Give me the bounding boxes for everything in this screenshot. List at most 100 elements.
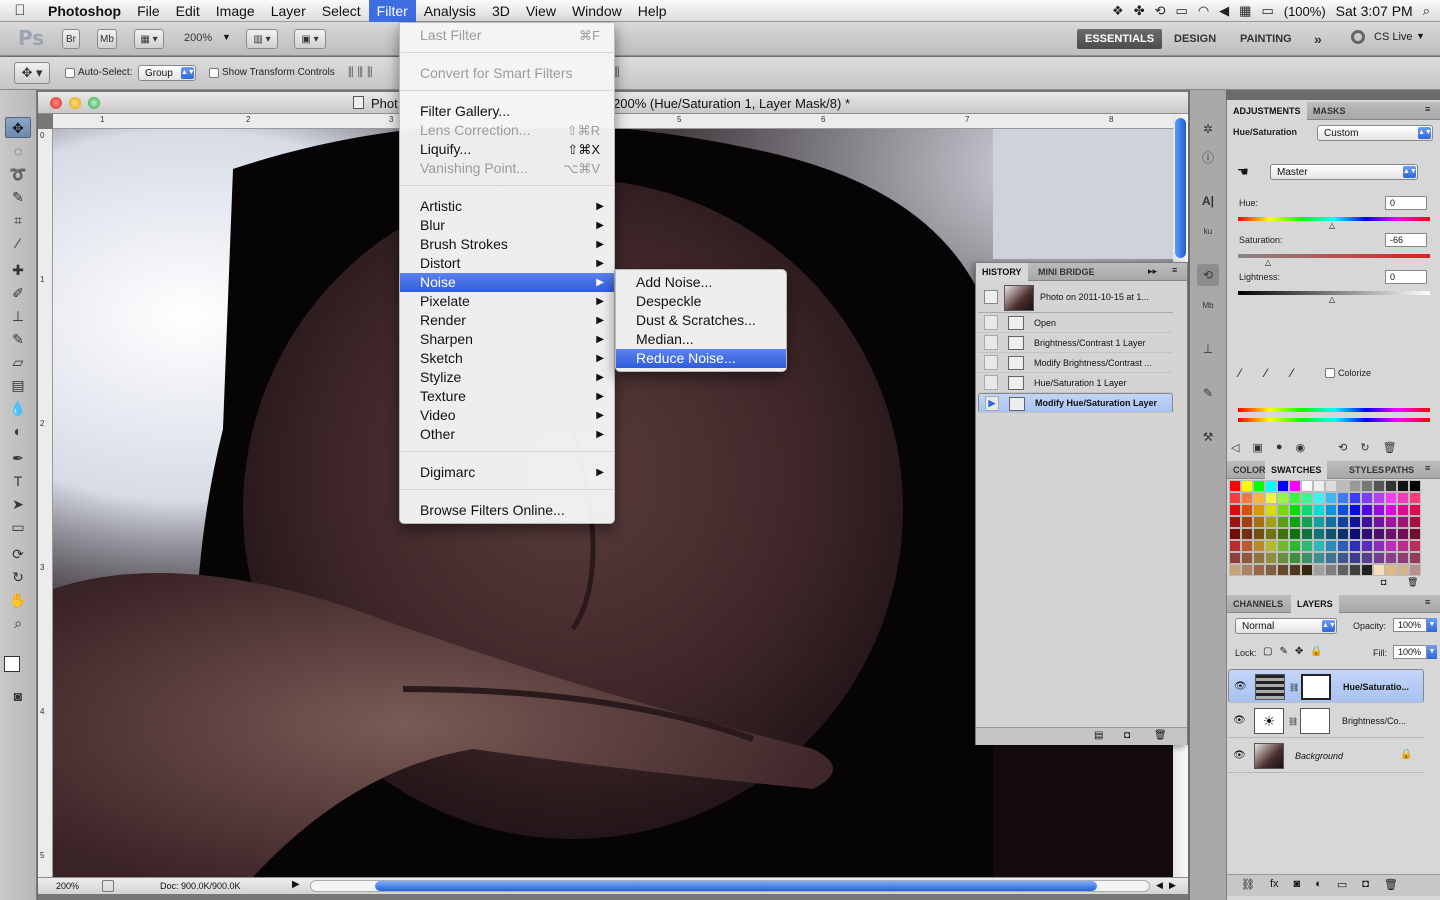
status-menu-arrow-icon[interactable]: ▶ (292, 879, 300, 890)
color-swatch[interactable] (1385, 480, 1397, 492)
color-swatch[interactable] (1265, 504, 1277, 516)
color-swatch[interactable] (1397, 528, 1409, 540)
shape-tool-icon[interactable]: ▭ (5, 517, 31, 538)
history-strip-icon[interactable]: ⟲ (1197, 264, 1219, 286)
color-swatch[interactable] (1397, 540, 1409, 552)
mini-bridge-button[interactable]: Mb (97, 29, 117, 49)
color-swatch[interactable] (1253, 492, 1265, 504)
eyedropper-plus-icon[interactable]: ⁄ (1265, 366, 1267, 380)
color-swatch[interactable] (1229, 540, 1241, 552)
menu-item-video[interactable]: Video ▶ (400, 406, 614, 425)
color-swatch[interactable] (1277, 528, 1289, 540)
color-swatch[interactable] (1289, 516, 1301, 528)
color-swatch[interactable] (1313, 528, 1325, 540)
menu-item-stylize[interactable]: Stylize ▶ (400, 368, 614, 387)
gradient-tool-icon[interactable]: ▤ (5, 375, 31, 396)
color-swatch[interactable] (1229, 480, 1241, 492)
status-camera-icon[interactable] (102, 880, 114, 892)
color-swatch[interactable] (1253, 480, 1265, 492)
color-swatch[interactable] (1337, 552, 1349, 564)
color-swatch[interactable] (1397, 480, 1409, 492)
color-swatch[interactable] (1253, 564, 1265, 576)
quick-mask-icon[interactable]: ◙ (5, 686, 31, 707)
menu-item-sketch[interactable]: Sketch ▶ (400, 349, 614, 368)
view-extras-button[interactable]: ▦ ▾ (134, 29, 164, 49)
menu-item-liquify[interactable]: Liquify... ⇧⌘X (400, 140, 614, 159)
color-swatch[interactable] (1337, 492, 1349, 504)
submenu-item-despeckle[interactable]: Despeckle (616, 292, 786, 311)
menu-item-distort[interactable]: Distort ▶ (400, 254, 614, 273)
color-swatch[interactable] (1229, 564, 1241, 576)
color-swatch[interactable] (1385, 564, 1397, 576)
color-swatch[interactable] (1337, 528, 1349, 540)
layer-row-background[interactable]: 👁 Background 🔒 (1228, 739, 1424, 773)
color-swatch[interactable] (1265, 480, 1277, 492)
color-swatch[interactable] (1361, 540, 1373, 552)
tab-masks[interactable]: MASKS (1307, 102, 1352, 120)
menu-file[interactable]: File (129, 0, 168, 22)
lightness-slider-handle[interactable]: △ (1329, 295, 1335, 304)
horizontal-scrollbar[interactable] (310, 880, 1150, 892)
hue-slider-handle[interactable]: △ (1329, 221, 1335, 230)
menu-item-filter-gallery[interactable]: Filter Gallery... (400, 102, 614, 121)
menu-item-sharpen[interactable]: Sharpen ▶ (400, 330, 614, 349)
color-swatch[interactable] (1337, 516, 1349, 528)
tab-mini-bridge[interactable]: MINI BRIDGE (1032, 263, 1101, 281)
transform-controls-checkbox[interactable] (209, 68, 219, 78)
color-swatch[interactable] (1313, 504, 1325, 516)
layer-link-icon[interactable]: ⛓ (1288, 717, 1298, 726)
color-swatch[interactable] (1241, 480, 1253, 492)
link-layers-icon[interactable]: ⛓ (1241, 878, 1255, 896)
close-window-button[interactable] (50, 97, 62, 109)
layer-name[interactable]: Background (1295, 751, 1343, 761)
kuler-icon[interactable]: ku (1197, 221, 1219, 243)
color-swatch[interactable] (1289, 552, 1301, 564)
more-workspaces-button[interactable]: » (1306, 29, 1330, 49)
color-swatch[interactable] (1373, 504, 1385, 516)
menu-item-blur[interactable]: Blur ▶ (400, 216, 614, 235)
layer-visibility-eye-icon[interactable]: 👁 (1233, 750, 1246, 761)
move-tool-icon[interactable]: ✥ (5, 117, 31, 138)
color-swatch[interactable] (1349, 504, 1361, 516)
3d-rotate-tool-icon[interactable]: ⟳ (5, 544, 31, 565)
color-swatch[interactable] (1253, 528, 1265, 540)
color-swatch[interactable] (1229, 504, 1241, 516)
color-swatch[interactable] (1361, 564, 1373, 576)
color-swatch[interactable] (1349, 516, 1361, 528)
menu-filter[interactable]: Filter (368, 0, 416, 22)
lasso-tool-icon[interactable]: ➰ (5, 164, 31, 185)
status-zoom[interactable]: 200% (56, 881, 79, 891)
color-swatch[interactable] (1289, 492, 1301, 504)
tab-layers[interactable]: LAYERS (1291, 595, 1339, 613)
screen-mode-button[interactable]: ▣ ▾ (294, 29, 326, 49)
clip-to-layer-icon[interactable]: ● (1276, 441, 1283, 457)
color-swatch[interactable] (1241, 564, 1253, 576)
color-swatch[interactable] (1409, 528, 1421, 540)
color-swatch[interactable] (1313, 492, 1325, 504)
cs-live-button[interactable]: CS Live (1374, 31, 1413, 43)
color-swatch[interactable] (1325, 528, 1337, 540)
clone-stamp-tool-icon[interactable]: ⊥ (5, 306, 31, 327)
history-step-checkbox[interactable] (984, 315, 998, 330)
color-swatch[interactable] (1373, 480, 1385, 492)
new-adjustment-icon[interactable]: ◐ (1315, 878, 1322, 896)
color-swatch[interactable] (1265, 564, 1277, 576)
color-swatch[interactable] (1349, 564, 1361, 576)
pen-tool-icon[interactable]: ✒ (5, 448, 31, 469)
color-swatch[interactable] (1385, 492, 1397, 504)
opacity-dropdown-icon[interactable]: ▼ (1427, 618, 1437, 632)
delete-swatch-icon[interactable]: 🗑 (1407, 577, 1418, 588)
color-swatch[interactable] (1337, 564, 1349, 576)
color-swatch[interactable] (1289, 528, 1301, 540)
panel-collapse-icon[interactable]: ▸▸ (1148, 266, 1157, 277)
color-swatch[interactable] (1361, 552, 1373, 564)
zoom-tool-icon[interactable]: ⌕ (5, 613, 31, 634)
color-swatch[interactable] (1349, 492, 1361, 504)
hand-tool-icon[interactable]: ✋ (5, 590, 31, 611)
workspace-essentials[interactable]: ESSENTIALS (1077, 29, 1163, 49)
blur-tool-icon[interactable]: 💧 (5, 398, 31, 419)
color-swatch[interactable] (1361, 516, 1373, 528)
color-swatch[interactable] (1301, 480, 1313, 492)
color-swatch[interactable] (1325, 516, 1337, 528)
color-swatch[interactable] (1313, 564, 1325, 576)
